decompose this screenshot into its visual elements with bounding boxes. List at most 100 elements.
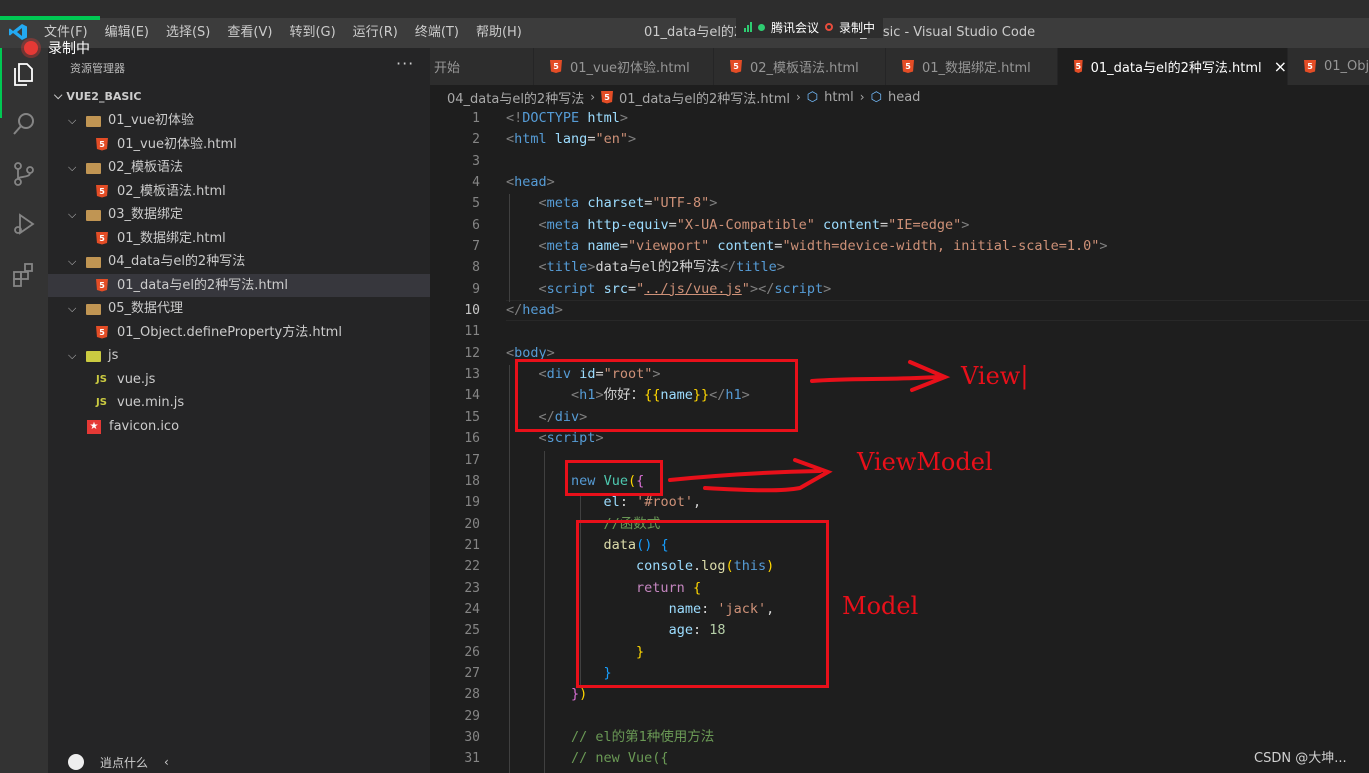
line-number: 4 [472, 175, 480, 191]
tab-file[interactable]: 5 01_vue初体验.html [534, 48, 714, 85]
tree-file[interactable]: 5 01_vue初体验.html [48, 133, 430, 157]
tree-file[interactable]: JS vue.js [48, 368, 430, 392]
more-actions-icon[interactable]: ··· [396, 54, 414, 73]
menu-selection[interactable]: 选择(S) [166, 24, 218, 42]
chat-bubble-icon[interactable] [68, 754, 84, 770]
breadcrumb-file[interactable]: 01_data与el的2种写法.html [619, 88, 790, 107]
breadcrumb-head[interactable]: head [888, 90, 920, 105]
tree-file[interactable]: 5 02_模板语法.html [48, 180, 430, 204]
close-icon[interactable]: × [1274, 57, 1287, 76]
line-number: 2 [472, 132, 480, 148]
model-annotation: Model [842, 592, 919, 620]
meeting-app-label: 腾讯会议 [771, 20, 820, 35]
tree-folder[interactable]: ⌵ js [48, 344, 430, 368]
chevron-down-icon: ⌵ [68, 302, 77, 315]
tree-file[interactable]: JS vue.min.js [48, 391, 430, 415]
tree-label: 02_模板语法 [108, 160, 184, 175]
tab-file[interactable]: 5 01_数据绑定.html [886, 48, 1058, 85]
chevron-left-icon[interactable]: ‹ [164, 755, 169, 769]
line-number: 20 [464, 516, 480, 532]
menu-terminal[interactable]: 终端(T) [415, 24, 467, 42]
tree-folder[interactable]: ⌵ 01_vue初体验 [48, 109, 430, 133]
html5-icon: 5 [96, 137, 108, 151]
folder-icon [86, 116, 101, 127]
sidebar-bottom-label: 逍点什么 [100, 755, 149, 770]
menu-run[interactable]: 运行(R) [353, 24, 406, 42]
chevron-down-icon: ⌵ [68, 208, 77, 221]
menu-bar: 文件(F) 编辑(E) 选择(S) 查看(V) 转到(G) 运行(R) 终端(T… [44, 24, 539, 42]
line-number: 19 [464, 495, 480, 511]
tree-label: favicon.ico [109, 418, 180, 434]
tab-welcome[interactable]: 开始 [430, 48, 534, 85]
menu-go[interactable]: 转到(G) [289, 24, 343, 42]
line-number-gutter: 1 2 3 4 5 6 7 8 9 10 11 12 13 14 15 16 17 18 19 20 21 22 23 24 2… [430, 108, 480, 770]
search-icon[interactable] [10, 110, 38, 138]
code-line: // new Vue({ [571, 750, 669, 767]
line-number: 13 [464, 367, 480, 383]
tab-label: 01_data与el的2种写法.html [1090, 61, 1262, 76]
line-number: 22 [464, 559, 480, 575]
chevron-down-icon: ⌵ [68, 349, 77, 362]
html5-icon: 5 [902, 60, 914, 73]
line-number: 27 [464, 665, 480, 681]
tree-file[interactable]: ★ favicon.ico [48, 415, 430, 439]
chevron-down-icon: ⌵ [54, 89, 63, 102]
tree-label: 01_Object.defineProperty方法.html [117, 324, 342, 340]
tab-file[interactable]: 5 02_模板语法.html [714, 48, 886, 85]
line-number: 25 [464, 623, 480, 639]
source-control-icon[interactable] [10, 160, 38, 188]
tree-folder[interactable]: ⌵ 04_data与el的2种写法 [48, 250, 430, 274]
tree-file[interactable]: 5 01_数据绑定.html [48, 227, 430, 251]
code-line: <meta http-equiv="X-UA-Compatible" conte… [538, 216, 970, 233]
breadcrumb-folder[interactable]: 04_data与el的2种写法 [447, 88, 584, 107]
line-number: 15 [464, 409, 480, 425]
folder-icon [86, 163, 101, 174]
menu-help[interactable]: 帮助(H) [476, 24, 530, 42]
view-highlight-box [515, 359, 798, 432]
menu-edit[interactable]: 编辑(E) [105, 24, 157, 42]
run-debug-icon[interactable] [10, 210, 38, 238]
active-indicator [0, 48, 2, 118]
tree-label: 04_data与el的2种写法 [108, 254, 246, 269]
explorer-icon[interactable] [10, 60, 38, 88]
meeting-status[interactable]: 腾讯会议 录制中 [736, 16, 884, 38]
chevron-right-icon: › [859, 90, 865, 104]
html5-icon: 5 [730, 60, 742, 73]
title-bar: 文件(F) 编辑(E) 选择(S) 查看(V) 转到(G) 运行(R) 终端(T… [0, 0, 1369, 48]
line-number: 23 [464, 580, 480, 596]
code-line: <meta charset="UTF-8"> [538, 195, 718, 212]
workspace-section-header[interactable]: ⌵ VUE2_BASIC [54, 89, 141, 103]
csdn-watermark: CSDN @大坤... [1254, 751, 1347, 766]
tab-file[interactable]: 5 01_Obje [1288, 48, 1369, 85]
code-line: <meta name="viewport" content="width=dev… [538, 238, 1108, 255]
tab-label: 开始 [434, 61, 461, 76]
line-number: 11 [464, 324, 480, 340]
recording-badge[interactable]: 录制中 [24, 38, 90, 58]
tree-folder[interactable]: ⌵ 02_模板语法 [48, 156, 430, 180]
tree-label: vue.js [117, 371, 156, 387]
javascript-icon: JS [96, 373, 107, 385]
tab-file-active[interactable]: 5 01_data与el的2种写法.html × [1058, 48, 1288, 85]
html5-icon: 5 [1304, 60, 1316, 73]
tree-folder[interactable]: ⌵ 05_数据代理 [48, 297, 430, 321]
code-editor[interactable]: 1 2 3 4 5 6 7 8 9 10 11 12 13 14 15 16 17 18 19 20 21 22 23 24 2… [430, 108, 1369, 773]
meeting-status-dot [758, 23, 765, 31]
extensions-icon[interactable] [10, 260, 38, 288]
tree-folder[interactable]: ⌵ 03_数据绑定 [48, 203, 430, 227]
breadcrumb-html[interactable]: html [824, 90, 854, 105]
tree-file[interactable]: 5 01_Object.defineProperty方法.html [48, 321, 430, 345]
tree-label: 01_vue初体验.html [117, 136, 237, 152]
line-number: 24 [464, 601, 480, 617]
viewmodel-highlight-box [565, 460, 663, 496]
code-line: // el的第1种使用方法 [571, 728, 715, 745]
line-number: 26 [464, 644, 480, 660]
tree-file-selected[interactable]: 5 01_data与el的2种写法.html [48, 273, 430, 297]
line-number: 10 [464, 303, 480, 319]
code-line: <script src="../js/vue.js"></script> [538, 280, 832, 297]
line-number: 12 [464, 345, 480, 361]
viewmodel-annotation: ViewModel [857, 448, 993, 476]
js-folder-icon [86, 351, 101, 362]
menu-view[interactable]: 查看(V) [227, 24, 280, 42]
